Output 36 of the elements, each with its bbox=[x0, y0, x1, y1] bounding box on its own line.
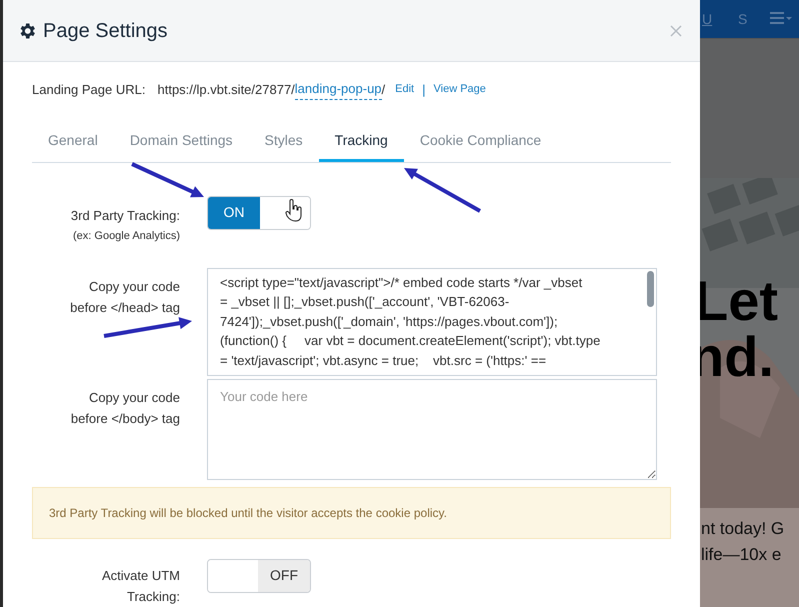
code-line: = 'text/javascript'; vbt.async = true; vbt.src = ('https:' == bbox=[220, 352, 548, 370]
menu-icon[interactable] bbox=[770, 12, 792, 26]
hint-text: (ex: Google Analytics) bbox=[73, 229, 180, 244]
tab[interactable]: Domain Settings bbox=[114, 122, 249, 162]
separator: | bbox=[422, 80, 426, 99]
body-text: life—10x e bbox=[701, 544, 782, 566]
code-line: 7424']);_vbset.push(['_domain', 'https://pages.vbout.com']); bbox=[220, 312, 559, 331]
close-icon bbox=[670, 24, 682, 36]
code-line: (function() { var vbt = document.createElement('script'); vbt.type bbox=[220, 332, 602, 350]
code-line: = _vbset || [];_vbset.push(['_account', 'VBT-62063- bbox=[220, 293, 510, 311]
tab[interactable]: Cookie Compliance bbox=[404, 122, 558, 162]
url-text: / bbox=[382, 80, 386, 98]
tab[interactable]: Tracking bbox=[318, 122, 404, 162]
field-label: 3rd Party Tracking: bbox=[70, 206, 180, 225]
field-label: Landing Page URL: bbox=[32, 80, 146, 99]
strike-button[interactable]: S bbox=[738, 8, 758, 30]
underline-button[interactable]: U bbox=[702, 8, 722, 30]
tab[interactable]: General bbox=[32, 122, 114, 162]
field-label: Copy your code before </body> tag bbox=[70, 388, 180, 428]
code-field[interactable] bbox=[207, 268, 657, 376]
window-title: Page Settings bbox=[43, 18, 168, 44]
hand-cursor-icon bbox=[285, 199, 303, 223]
url-slug: landing-pop-up bbox=[294, 79, 382, 100]
code-field[interactable]: Your code here bbox=[207, 378, 657, 480]
edit-link[interactable]: Edit bbox=[395, 81, 414, 98]
notice-text: 3rd Party Tracking will be blocked until the visitor accepts the cookie policy. bbox=[49, 504, 447, 522]
toggle-switch[interactable]: OFF bbox=[207, 558, 311, 592]
code-line: <script type="text/javascript">/* embed code starts */var _vbset bbox=[220, 274, 584, 292]
tab[interactable]: Styles bbox=[248, 122, 319, 162]
toggle-switch[interactable]: ON bbox=[207, 196, 311, 230]
view-page-link[interactable]: View Page bbox=[434, 81, 486, 98]
url-text: https://lp.vbt.site/27877/ bbox=[157, 80, 295, 99]
field-label: Copy your code before </head> tag bbox=[69, 278, 180, 317]
body-text: nt today! G bbox=[701, 518, 786, 540]
field-label: Activate UTM Tracking: bbox=[100, 566, 180, 606]
scrollbar bbox=[647, 270, 654, 306]
